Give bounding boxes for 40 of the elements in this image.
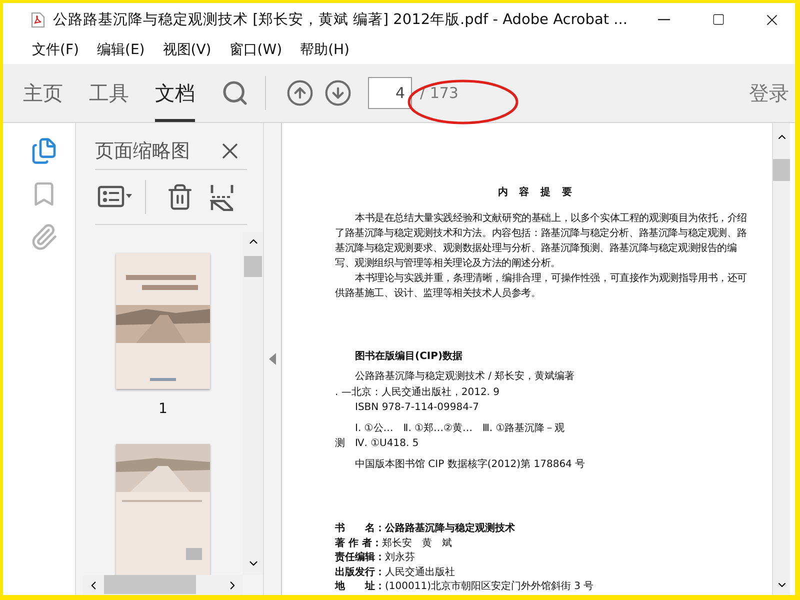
paragraph: 本书是在总结大量实践经验和文献研究的基础上，以多个实体工程的观测项目为依托，介绍了路基沉降与稳定观测技术和方法。内容包括：路基沉降与稳定分析、路基沉降与稳定观测、路基沉降与稳定观测要求、观测数据处理与分析、路基沉降预测、路基沉降与稳定观测报告的编写、观测组织与管理等相关理论及方法的阐述分析。 (335, 212, 748, 271)
tab[interactable]: 主页 (23, 64, 63, 122)
panel-title: 页面缩略图 (95, 139, 190, 164)
info-row-text: 著 作 者：郑长安 黄 斌 (335, 536, 453, 550)
info-row-text: 地 址：(100011)北京市朝阳区安定门外外馆斜街 3 号 (335, 580, 595, 594)
menu-item[interactable]: 文件(F) (23, 41, 88, 59)
page-number: 1 (158, 401, 168, 417)
menu-item[interactable]: 编辑(E) (88, 41, 154, 59)
scrollbar[interactable] (772, 123, 790, 595)
menu-item[interactable]: 帮助(H) (291, 41, 359, 59)
window-title: 公路路基沉降与稳定观测技术 [郑长安，黄斌 编著] 2012年版.pdf - Adobe Acrobat ... (53, 10, 628, 29)
page-number-field[interactable]: 4 (368, 77, 412, 109)
cip-heading: 图书在版编目(CIP)数据 (355, 350, 464, 363)
catalog-line: ISBN 978-7-114-09984-7 (354, 401, 480, 415)
info-row-text: 书 名：公路路基沉降与稳定观测技术 (335, 522, 516, 536)
down-arrow-icon[interactable] (324, 79, 352, 107)
collapse-arrow-icon[interactable] (269, 353, 276, 365)
scroll-thumb[interactable] (244, 256, 262, 277)
paragraph: 本书理论与实践并重，条理清晰，编排合理，可操作性强，可直接作为观测指导用书，还可供路基施工、设计、监理等相关技术人员参考。 (335, 272, 748, 301)
sign-in-button[interactable]: 登录 (749, 80, 795, 106)
catalog-line: 中国版本图书馆 CIP 数据核字(2012)第 178864 号 (354, 458, 586, 472)
up-arrow-icon[interactable] (286, 79, 314, 107)
pdf-file-icon (31, 12, 45, 28)
trash-icon[interactable] (166, 183, 194, 211)
search-icon[interactable] (221, 79, 249, 107)
menu-item[interactable]: 窗口(W) (220, 41, 292, 59)
catalog-line: . —北京：人民交通出版社，2012. 9 (335, 386, 501, 400)
extract-page-icon[interactable] (210, 183, 234, 211)
info-row-text: 出版发行：人民交通出版社 (335, 566, 456, 580)
catalog-line: Ⅰ. ①公… Ⅱ. ①郑…②黄… Ⅲ. ①路基沉降－观 (354, 422, 566, 436)
catalog-line: 公路路基沉降与稳定观测技术 / 郑长安，黄斌编著 (354, 370, 576, 384)
scroll-thumb[interactable] (773, 159, 790, 181)
maximize-icon (712, 13, 724, 26)
tab[interactable]: 工具 (89, 64, 129, 122)
menu-item[interactable]: 视图(V) (154, 41, 220, 59)
info-row-text: 责任编辑：刘永芬 (335, 551, 416, 565)
scroll-thumb[interactable] (104, 575, 196, 594)
minimize-icon (658, 18, 670, 20)
catalog-line: 测 Ⅳ. ①U418. 5 (335, 436, 420, 451)
page-heading: 内 容 提 要 (496, 185, 574, 199)
